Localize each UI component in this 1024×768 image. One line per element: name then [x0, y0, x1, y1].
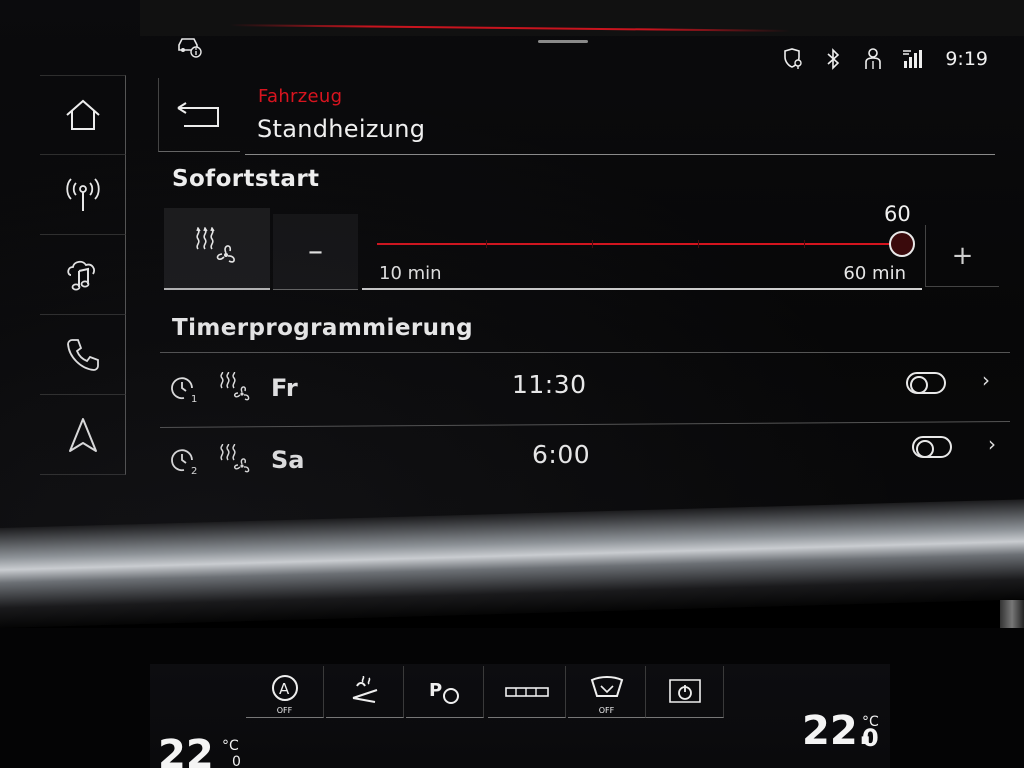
seat-heating-icon [352, 675, 377, 703]
sidebar-item-phone[interactable] [40, 315, 126, 395]
sidebar-item-navigation[interactable] [40, 395, 126, 475]
timer-toggle[interactable] [906, 372, 946, 394]
svg-text:A: A [279, 680, 290, 698]
clock: 9:19 [945, 48, 988, 70]
duration-slider[interactable]: 60 10 min 60 min [362, 200, 922, 290]
heater-fan-icon [196, 227, 235, 263]
svg-text:2: 2 [191, 466, 197, 476]
left-temperature-unit: °C [222, 738, 239, 754]
timer-time: 6:00 [532, 440, 591, 469]
back-arrow-icon [176, 101, 219, 127]
power-icon [668, 678, 701, 703]
sidebar-item-home[interactable] [40, 75, 126, 155]
chevron-right-icon[interactable]: › [982, 368, 990, 392]
parking-heater-icon: P [429, 680, 459, 704]
slider-tick [592, 240, 593, 248]
left-temperature[interactable]: 22 [158, 732, 214, 768]
chevron-right-icon[interactable]: › [988, 432, 996, 456]
auto-off-button[interactable]: A OFF [246, 666, 324, 718]
timer-row-2[interactable]: 2 Sa 6:00 › [160, 428, 1010, 494]
timer-day: Fr [271, 374, 298, 402]
timer-1-icon: 1 [170, 374, 200, 408]
timer-row-1[interactable]: 1 Fr 11:30 › [160, 356, 1010, 422]
heater-mode-button[interactable] [164, 208, 270, 290]
slider-thumb[interactable] [889, 231, 915, 257]
back-button[interactable] [158, 78, 240, 152]
timer-time: 11:30 [512, 370, 587, 399]
pull-down-handle[interactable] [538, 40, 588, 43]
person-icon[interactable] [861, 46, 885, 72]
status-bar: 9:19 [781, 46, 988, 72]
car-info-icon[interactable] [176, 34, 206, 58]
section-title-timer: Timerprogrammierung [172, 315, 473, 341]
sidebar-item-media[interactable] [40, 235, 126, 315]
location-shield-icon[interactable] [781, 46, 805, 72]
windshield-off-label: OFF [598, 706, 615, 715]
slider-tick [804, 240, 805, 248]
windshield-off-icon [590, 675, 623, 697]
left-temperature-decimal: 0 [232, 754, 241, 768]
air-distribution-button[interactable] [488, 666, 566, 718]
seat-heating-button[interactable] [326, 666, 404, 718]
svg-text:1: 1 [191, 394, 197, 404]
timer-divider [160, 352, 1010, 353]
sidebar-item-radio[interactable] [40, 155, 126, 235]
decrease-duration-button[interactable]: – [273, 214, 358, 290]
phone-icon [66, 338, 99, 371]
slider-tick [486, 240, 487, 248]
infotainment-display: 9:19 Fahrzeug Standheizung Sofortstart –… [0, 0, 1024, 548]
breadcrumb[interactable]: Fahrzeug [258, 86, 342, 107]
music-cloud-icon [66, 260, 95, 290]
slider-tick [698, 240, 699, 248]
timer-toggle[interactable] [912, 436, 952, 458]
parking-heater-button[interactable]: P [406, 666, 484, 718]
slider-track[interactable] [377, 243, 902, 245]
sidebar [40, 75, 126, 475]
radio-antenna-icon [65, 177, 100, 211]
home-icon [65, 99, 100, 130]
windshield-off-button[interactable]: OFF [568, 666, 646, 718]
navigation-arrow-icon [68, 417, 97, 452]
heater-fan-icon [218, 371, 252, 408]
header-divider [245, 154, 995, 155]
svg-text:P: P [429, 680, 442, 701]
display-top-bezel [140, 0, 1024, 36]
page-title: Standheizung [257, 115, 426, 143]
slider-value: 60 [884, 202, 911, 226]
timer-2-icon: 2 [170, 446, 200, 480]
bluetooth-icon[interactable] [821, 46, 845, 72]
air-distribution-icon [504, 686, 549, 697]
slider-max-label: 60 min [843, 263, 906, 284]
section-title-sofortstart: Sofortstart [172, 166, 320, 192]
slider-min-label: 10 min [379, 263, 442, 284]
network-icon[interactable] [901, 46, 925, 72]
timer-divider [160, 421, 1010, 428]
increase-duration-button[interactable]: + [925, 225, 999, 287]
climate-display: A OFF P OFF 22 °C 0 22. °C 0 [0, 628, 1024, 768]
auto-off-label: OFF [276, 706, 293, 715]
heater-fan-icon [218, 443, 252, 480]
right-temperature-decimal: 0 [862, 724, 879, 752]
timer-day: Sa [271, 446, 305, 474]
power-button[interactable] [646, 666, 724, 718]
